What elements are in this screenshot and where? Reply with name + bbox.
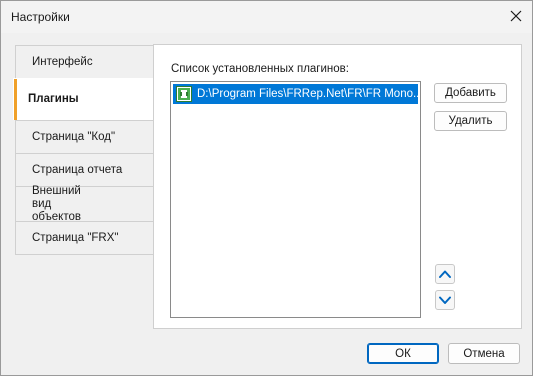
tab-label: Страница отчета xyxy=(32,164,123,176)
plugins-list-label: Список установленных плагинов: xyxy=(171,63,349,75)
move-up-button[interactable] xyxy=(435,264,455,284)
close-icon xyxy=(510,10,522,22)
settings-dialog: Настройки Интерфейс Плагины Страница "Ко… xyxy=(0,0,533,376)
chevron-down-icon xyxy=(439,296,451,304)
active-tab-marker xyxy=(14,79,17,120)
ok-button[interactable]: ОК xyxy=(367,343,439,364)
move-down-button[interactable] xyxy=(435,290,455,310)
add-plugin-button[interactable]: Добавить xyxy=(434,83,507,103)
tab-label: Плагины xyxy=(28,93,79,105)
tab-label: Интерфейс xyxy=(32,56,93,68)
tab-object-appearance[interactable]: Внешний вид объектов xyxy=(15,185,154,223)
chevron-up-icon xyxy=(439,270,451,278)
title-bar: Настройки xyxy=(1,1,532,33)
remove-plugin-button[interactable]: Удалить xyxy=(434,111,507,131)
tab-label: Страница "FRX" xyxy=(32,231,119,244)
tab-report-page[interactable]: Страница отчета xyxy=(15,153,154,187)
tab-label: Внешний вид объектов xyxy=(32,185,81,223)
tab-code-page[interactable]: Страница "Код" xyxy=(15,120,154,154)
list-item[interactable]: D:\Program Files\FRRep.Net\FR\FR Mono... xyxy=(173,84,418,104)
tab-label: Страница "Код" xyxy=(32,131,116,143)
tab-interface[interactable]: Интерфейс xyxy=(15,45,154,79)
tab-plugins[interactable]: Плагины xyxy=(13,78,153,120)
tab-frx-page[interactable]: Страница "FRX" xyxy=(15,221,154,255)
window-title: Настройки xyxy=(11,10,70,24)
plugins-list[interactable]: D:\Program Files\FRRep.Net\FR\FR Mono... xyxy=(170,81,421,318)
plugin-icon xyxy=(176,86,192,102)
close-button[interactable] xyxy=(504,5,528,27)
cancel-button[interactable]: Отмена xyxy=(448,343,520,364)
plugins-panel: Список установленных плагинов: D:\Progra… xyxy=(153,44,522,329)
plugin-path: D:\Program Files\FRRep.Net\FR\FR Mono... xyxy=(197,88,418,100)
